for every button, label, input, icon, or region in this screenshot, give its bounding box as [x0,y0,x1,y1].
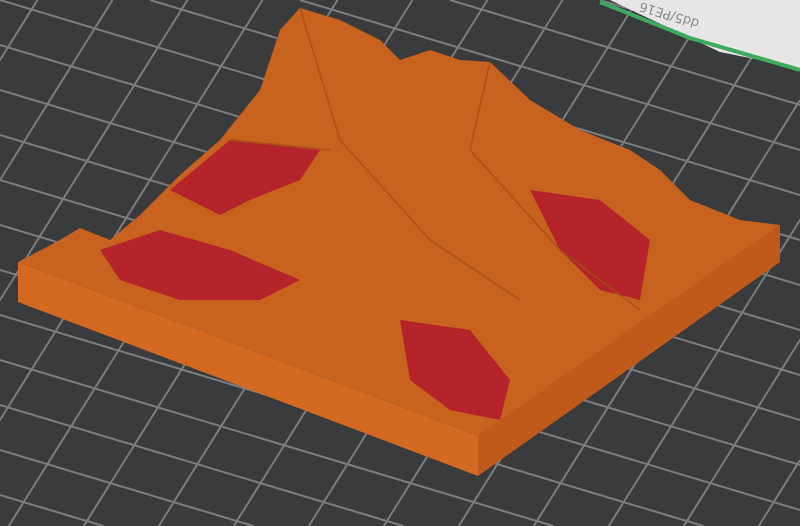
terrain-model[interactable] [18,7,780,476]
grid-line [0,449,254,526]
grid-line [0,494,104,526]
3d-viewport[interactable]: dd5/PE16 [0,0,800,526]
grid-line [0,0,114,181]
model-top-surface [18,8,780,436]
grid-line [682,339,800,526]
grid-line [757,459,800,526]
